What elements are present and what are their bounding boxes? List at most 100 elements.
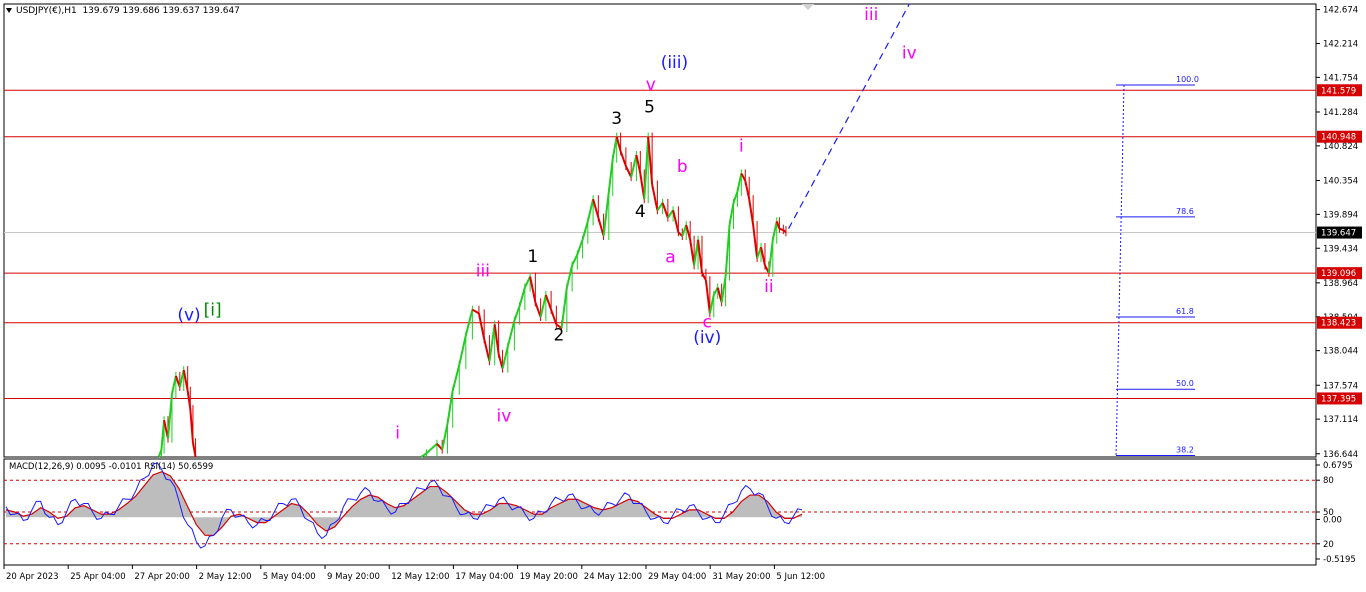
fib-level-label: 100.0	[1176, 75, 1199, 84]
price-segment	[732, 191, 739, 204]
y-tick-label: 140.354	[1323, 176, 1358, 186]
y-tick-label: 139.894	[1323, 210, 1358, 220]
price-segment	[728, 202, 735, 226]
x-tick-label: 31 May 20:00	[712, 572, 770, 582]
price-segment	[651, 184, 659, 211]
price-segment	[441, 423, 449, 450]
y-tick-label: 138.044	[1323, 347, 1358, 357]
price-segment	[656, 202, 664, 211]
price-segment	[170, 375, 177, 395]
price-segment	[767, 239, 774, 273]
price-segment	[748, 199, 755, 226]
price-segment	[611, 136, 618, 159]
level-price-label: 138.423	[1321, 319, 1356, 329]
price-segment	[178, 369, 185, 388]
indicator-tick-label: 80	[1323, 476, 1334, 486]
price-segment	[672, 210, 680, 233]
wave-label: (v)	[177, 306, 200, 326]
price-segment	[493, 324, 500, 355]
price-series	[157, 132, 787, 458]
price-segment	[592, 198, 600, 218]
price-segment	[513, 305, 521, 322]
price-segment	[701, 272, 707, 281]
price-segment	[477, 313, 486, 340]
wave-label: 5	[644, 97, 655, 117]
price-segment	[539, 294, 547, 318]
wave-label: v	[646, 75, 656, 95]
price-segment	[779, 227, 784, 232]
price-segment	[529, 276, 537, 303]
wave-label: [i]	[204, 301, 222, 321]
price-segment	[760, 246, 766, 266]
price-segment	[167, 394, 173, 439]
wave-label: 3	[611, 109, 622, 129]
y-tick-label: 138.964	[1323, 279, 1358, 289]
indicator-tick-label: 20	[1323, 540, 1334, 550]
level-price-label: 137.395	[1321, 394, 1356, 404]
price-segment	[720, 276, 727, 303]
price-segment	[693, 239, 700, 266]
y-tick-label: 139.434	[1323, 244, 1358, 254]
price-segment	[501, 346, 509, 369]
x-tick-label: 24 May 12:00	[584, 572, 642, 582]
fib-level-label: 50.0	[1176, 379, 1194, 388]
price-segment	[602, 191, 610, 237]
price-segment	[451, 364, 461, 391]
price-segment	[488, 324, 496, 362]
level-price-label: 141.579	[1321, 86, 1356, 96]
fib-trend-line	[1115, 85, 1125, 458]
wave-label: iv	[902, 44, 917, 64]
wave-label: b	[677, 157, 688, 177]
y-tick-label: 140.824	[1323, 142, 1358, 152]
wave-label: i	[739, 136, 744, 156]
price-segment	[704, 280, 711, 314]
y-tick-label: 142.674	[1323, 6, 1358, 16]
indicator-tick-label: 0.6795	[1323, 461, 1353, 471]
indicator-tick-label: 0.00	[1323, 515, 1342, 525]
chart-canvas[interactable]: 142.674 142.214 141.754 141.284 140.824 140.3…	[0, 0, 1366, 588]
level-price-label: 140.948	[1321, 133, 1356, 143]
price-segment	[740, 172, 747, 182]
price-segment	[597, 217, 605, 237]
wave-label: i	[395, 424, 400, 444]
price-segment	[518, 287, 526, 307]
price-segment	[534, 301, 542, 318]
price-segment	[506, 320, 516, 347]
x-tick-label: 5 Jun 12:00	[776, 572, 825, 582]
price-segment	[619, 150, 627, 167]
y-tick-label: 141.284	[1323, 108, 1358, 118]
wave-label: ii	[764, 277, 773, 297]
price-segment	[471, 308, 480, 315]
y-tick-label: 142.214	[1323, 39, 1358, 49]
current-price-label: 139.647	[1321, 229, 1356, 239]
x-tick-label: 12 May 12:00	[391, 572, 449, 582]
chart-frame: 142.674 142.214 141.754 141.284 140.824 140.3…	[0, 0, 1366, 588]
y-tick-label: 137.574	[1323, 381, 1358, 391]
x-tick-label: 29 May 04:00	[648, 572, 706, 582]
y-tick-label: 137.114	[1323, 415, 1358, 425]
dropdown-triangle-icon[interactable]	[6, 8, 12, 13]
wave-label: iv	[496, 407, 511, 427]
indicator-header: MACD(12,26,9) 0.0095 -0.0101 RSI(14) 50.…	[9, 462, 214, 472]
x-tick-label: 9 May 20:00	[327, 572, 380, 582]
symbol-label: USDJPY(€),H1	[16, 6, 77, 16]
chart-header: USDJPY(€),H1 139.679 139.686 139.637 139…	[6, 6, 240, 16]
price-segment	[708, 294, 715, 314]
price-segment	[425, 443, 438, 455]
wave-label: (iv)	[693, 328, 721, 348]
price-segment	[586, 198, 595, 222]
wave-label: 4	[635, 202, 646, 222]
price-segment	[483, 338, 491, 362]
wave-label: iii	[476, 262, 490, 282]
price-segment	[744, 180, 751, 200]
price-segment	[647, 136, 654, 185]
price-segment	[615, 136, 622, 152]
wave-label: (iii)	[661, 53, 688, 73]
wave-projection-line	[788, 3, 910, 229]
indicator-tick-label: -0.5195	[1323, 555, 1356, 565]
price-segment	[689, 239, 696, 266]
price-segment	[630, 154, 638, 178]
price-segment	[182, 369, 189, 391]
x-tick-label: 17 May 04:00	[455, 572, 513, 582]
price-segment	[446, 390, 454, 425]
